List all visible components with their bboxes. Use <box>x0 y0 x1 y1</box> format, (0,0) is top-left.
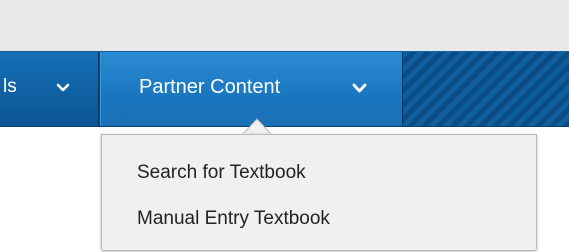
top-header-bar <box>0 0 569 51</box>
chevron-down-icon <box>352 83 367 93</box>
chevron-down-icon <box>56 83 70 92</box>
partner-content-dropdown: Search for Textbook Manual Entry Textboo… <box>101 134 537 251</box>
cropped-header-text <box>38 0 418 6</box>
nav-tab-label: Partner Content <box>139 76 281 98</box>
nav-tab-tools[interactable]: ls <box>0 52 99 126</box>
nav-tab-partner-content[interactable]: Partner Content <box>100 52 403 126</box>
menu-item-search-for-textbook[interactable]: Search for Textbook <box>102 153 536 193</box>
menu-caret-icon <box>242 118 272 135</box>
main-nav-bar: ls Partner Content <box>0 51 569 127</box>
nav-tab-label: ls <box>3 76 17 97</box>
nav-stripe-decoration <box>403 52 569 126</box>
menu-item-manual-entry-textbook[interactable]: Manual Entry Textbook <box>102 199 536 239</box>
